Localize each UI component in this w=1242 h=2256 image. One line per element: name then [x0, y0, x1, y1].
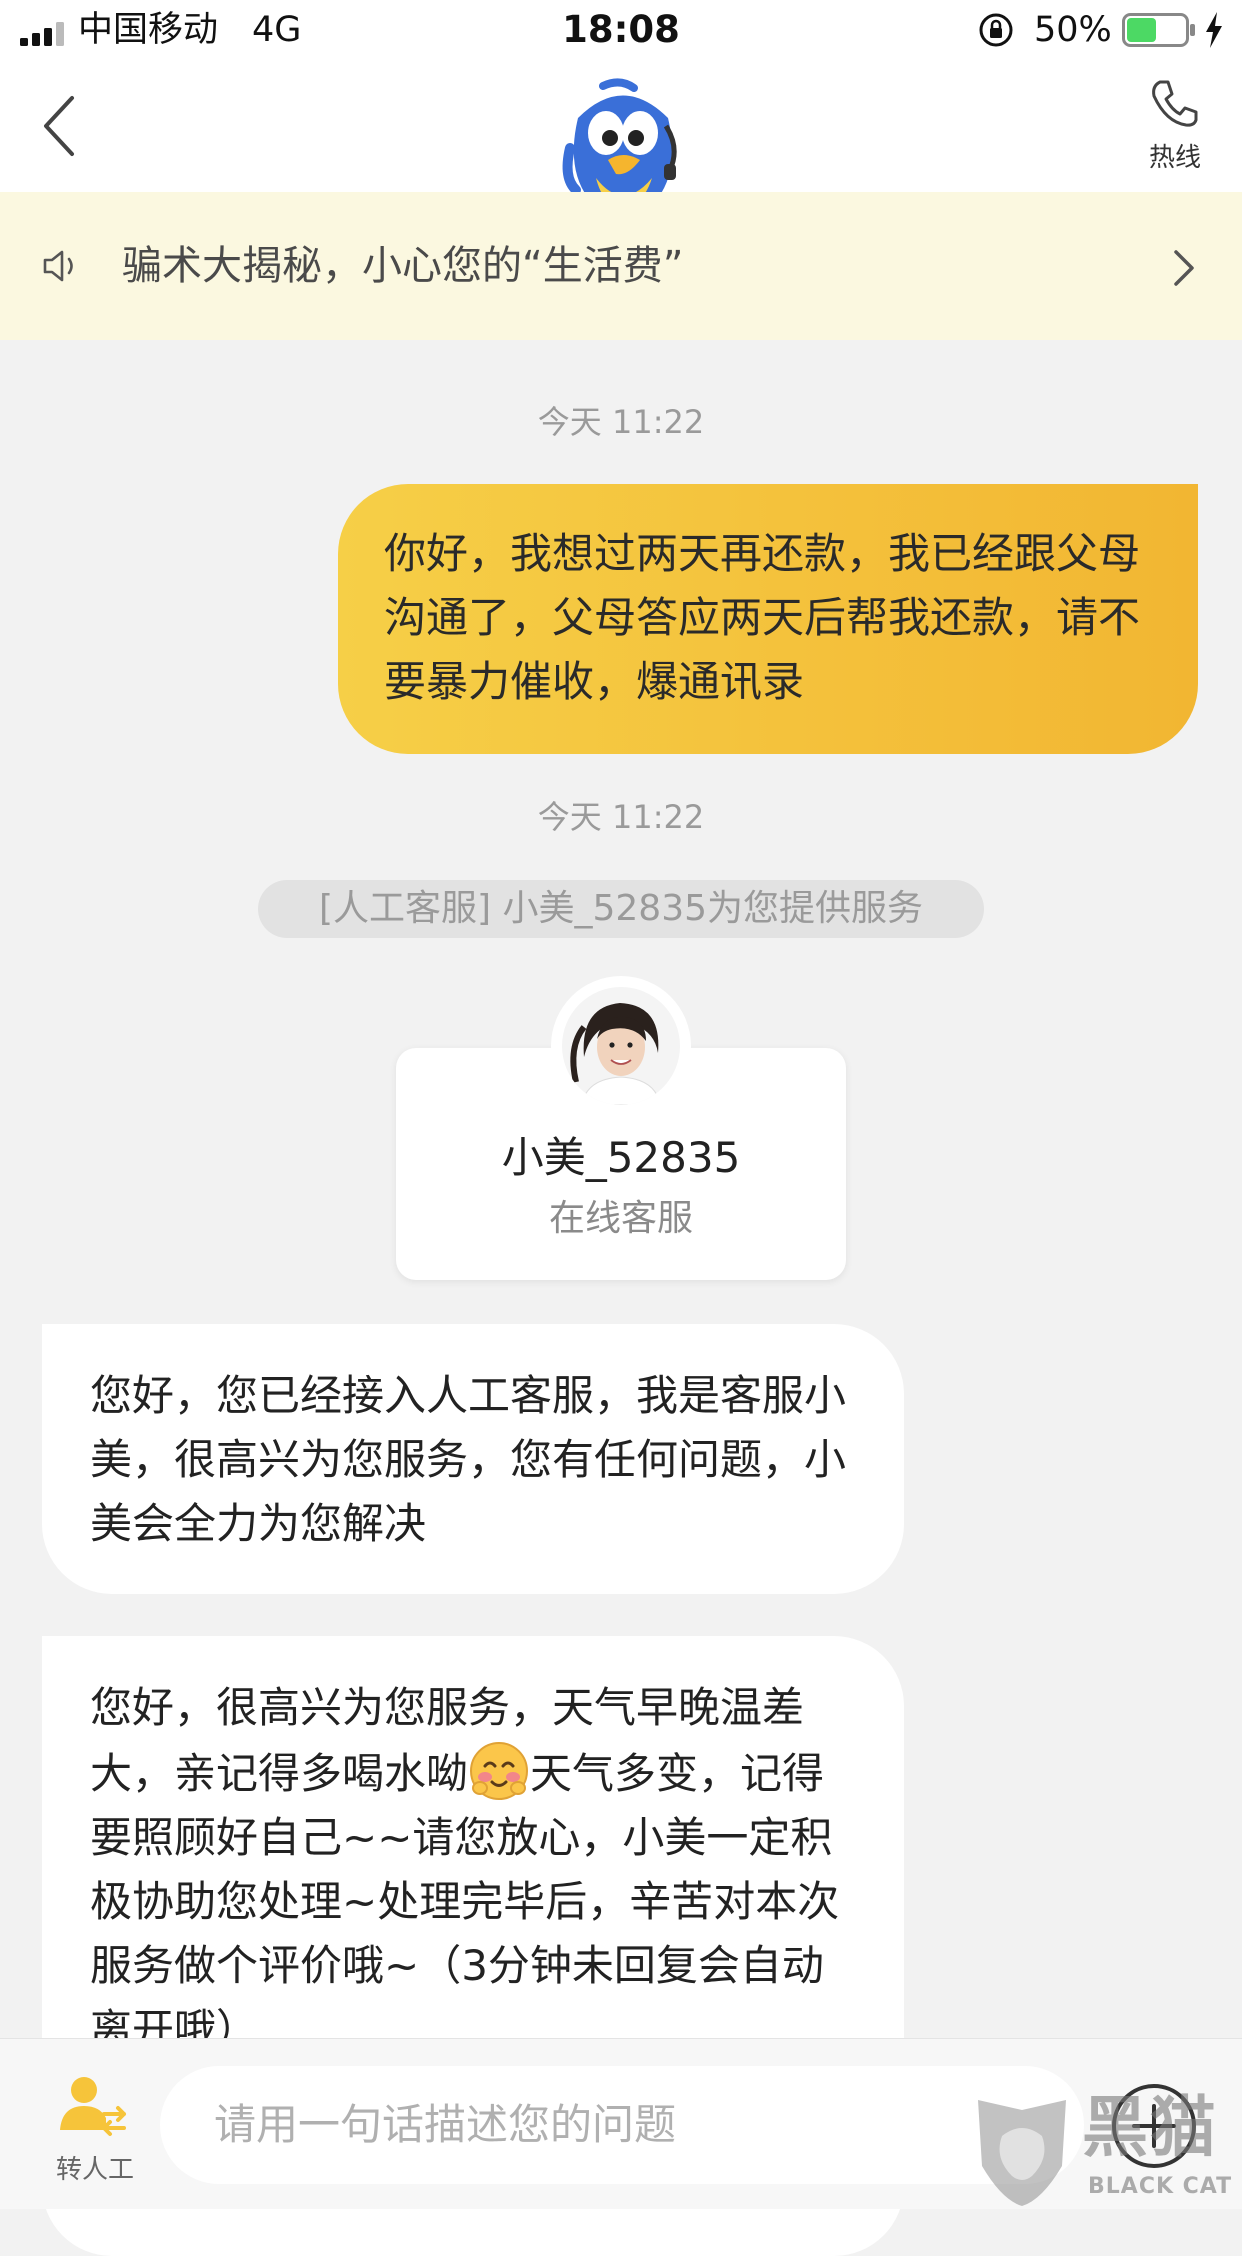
- transfer-agent-icon[interactable]: [58, 2074, 130, 2140]
- agent-avatar[interactable]: [562, 987, 680, 1105]
- charging-bolt-icon: [1206, 12, 1222, 48]
- phone-icon[interactable]: [1148, 78, 1200, 130]
- speaker-icon: [43, 250, 73, 282]
- user-message-bubble[interactable]: 你好，我想过两天再还款，我已经跟父母沟通了，父母答应两天后帮我还款，请不要暴力催…: [338, 484, 1198, 754]
- watermark-subtext: BLACK CAT: [1088, 2174, 1233, 2199]
- system-notice-pill: [人工客服] 小美_52835为您提供服务: [258, 880, 984, 938]
- agent-name: 小美_52835: [501, 1133, 741, 1182]
- battery-icon: [1122, 13, 1195, 47]
- agent-message-bubble[interactable]: 您好，您已经接入人工客服，我是客服小美，很高兴为您服务，您有任何问题，小美会全力…: [42, 1324, 904, 1594]
- battery-percent: 50%: [1034, 10, 1112, 50]
- back-button[interactable]: [40, 94, 80, 158]
- message-timestamp: 今天 11:22: [537, 403, 705, 441]
- message-timestamp: 今天 11:22: [537, 798, 705, 836]
- transfer-agent-label[interactable]: 转人工: [40, 2152, 150, 2188]
- watermark-text: 黑猫: [1082, 2089, 1218, 2166]
- black-cat-logo-icon: [978, 2100, 1066, 2206]
- rotation-lock-icon: [979, 13, 1013, 47]
- chevron-right-icon[interactable]: [1172, 248, 1196, 288]
- agent-role: 在线客服: [548, 1198, 693, 1239]
- hotline-label[interactable]: 热线: [1130, 140, 1220, 176]
- message-input[interactable]: 请用一句话描述您的问题: [160, 2066, 1084, 2184]
- blushing-emoji-icon: [470, 1742, 529, 1800]
- notice-text[interactable]: 骗术大揭秘，小心您的“生活费”: [122, 236, 683, 296]
